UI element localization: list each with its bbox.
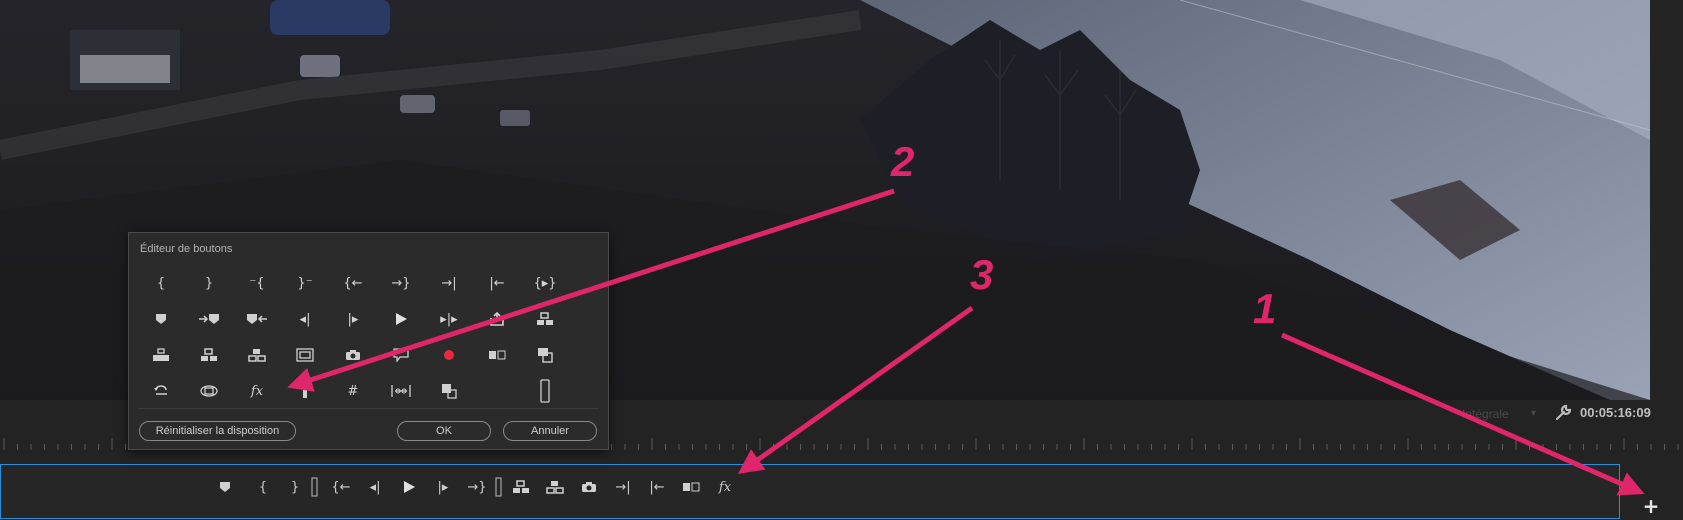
go-to-next-marker-icon[interactable] (194, 308, 224, 330)
step-forward-icon[interactable]: |▸ (338, 308, 368, 330)
safe-margins-icon[interactable] (290, 344, 320, 366)
cancel-button[interactable]: Annuler (503, 421, 597, 441)
comparison-view-icon[interactable] (482, 344, 512, 366)
play-icon[interactable] (397, 477, 421, 497)
insert-icon[interactable]: |← (645, 477, 669, 497)
go-to-out-icon[interactable]: →} (465, 477, 489, 497)
extract-icon[interactable] (543, 477, 567, 497)
vr-video-icon[interactable] (194, 380, 224, 402)
step-back-icon[interactable]: ◂| (290, 308, 320, 330)
export-icon[interactable] (482, 308, 512, 330)
play-around-icon[interactable]: ▸|▸ (434, 308, 464, 330)
clear-out-icon[interactable]: }⁻ (290, 272, 320, 294)
divider-icon (303, 477, 327, 497)
fx-toggle-button[interactable]: fx (713, 477, 737, 497)
play-in-to-out-icon[interactable]: {▸} (530, 272, 560, 294)
mark-in-icon[interactable]: { (251, 477, 275, 497)
annotation-number-1: 1 (1253, 285, 1277, 332)
mark-out-icon[interactable]: } (194, 272, 224, 294)
comparison-view-icon[interactable] (679, 477, 703, 497)
playhead-timecode[interactable]: 00:05:16:09 (1580, 403, 1651, 423)
go-to-next-edit-icon[interactable]: →| (434, 272, 464, 294)
go-to-previous-edit-icon[interactable]: |← (482, 272, 512, 294)
step-forward-icon[interactable]: |▸ (431, 477, 455, 497)
clear-in-icon[interactable]: ⁻{ (242, 272, 272, 294)
overwrite-icon[interactable]: →| (611, 477, 635, 497)
chevron-down-icon: ▾ (1530, 408, 1536, 419)
go-to-in-icon[interactable]: {← (329, 477, 353, 497)
ok-button[interactable]: OK (397, 421, 491, 441)
annotation-number-2: 2 (891, 138, 915, 185)
play-icon[interactable] (386, 308, 416, 330)
button-editor-add-button[interactable]: + (1641, 496, 1661, 516)
extract-icon[interactable] (242, 344, 272, 366)
playhead-icon[interactable] (290, 380, 320, 402)
button-editor-dialog: Éditeur de boutons { } ⁻{ }⁻ {← →} →| |←… (128, 232, 609, 450)
dialog-separator (139, 408, 599, 409)
transport-button-bar: { } {← ◂| |▸ →} →| |← fx (0, 464, 1620, 519)
camera-icon[interactable] (577, 477, 601, 497)
camera-icon[interactable] (338, 344, 368, 366)
loop-playback-icon[interactable] (146, 380, 176, 402)
reset-layout-button[interactable]: Réinitialiser la disposition (139, 421, 296, 441)
fit-zoom-value: Intégrale (1462, 407, 1509, 421)
monitor-side-strip (1650, 0, 1683, 400)
go-to-previous-marker-icon[interactable] (242, 308, 272, 330)
fit-frame-icon[interactable] (386, 380, 416, 402)
mark-in-icon[interactable]: { (146, 272, 176, 294)
divider-icon (487, 477, 511, 497)
comment-icon[interactable] (386, 344, 416, 366)
multicam-icon[interactable] (530, 344, 560, 366)
annotation-number-3: 3 (970, 251, 994, 298)
record-icon[interactable] (434, 344, 464, 366)
lift-alt-icon[interactable] (194, 344, 224, 366)
marker-icon[interactable] (146, 308, 176, 330)
wrench-settings-icon[interactable] (1553, 403, 1573, 423)
dialog-title: Éditeur de boutons (140, 243, 233, 255)
spacer-icon[interactable] (530, 379, 560, 403)
trim-monitor-icon[interactable] (146, 344, 176, 366)
go-to-in-icon[interactable]: {← (338, 272, 368, 294)
go-to-out-icon[interactable]: →} (386, 272, 416, 294)
lift-icon[interactable] (509, 477, 533, 497)
fx-toggle-button[interactable]: fx (242, 380, 272, 402)
show-overlays-icon[interactable] (434, 380, 464, 402)
grid-icon[interactable]: # (338, 380, 368, 402)
marker-icon[interactable] (213, 477, 237, 497)
step-back-icon[interactable]: ◂| (363, 477, 387, 497)
fit-zoom-select[interactable]: Intégrale ▾ (1452, 404, 1544, 424)
lift-icon[interactable] (530, 308, 560, 330)
